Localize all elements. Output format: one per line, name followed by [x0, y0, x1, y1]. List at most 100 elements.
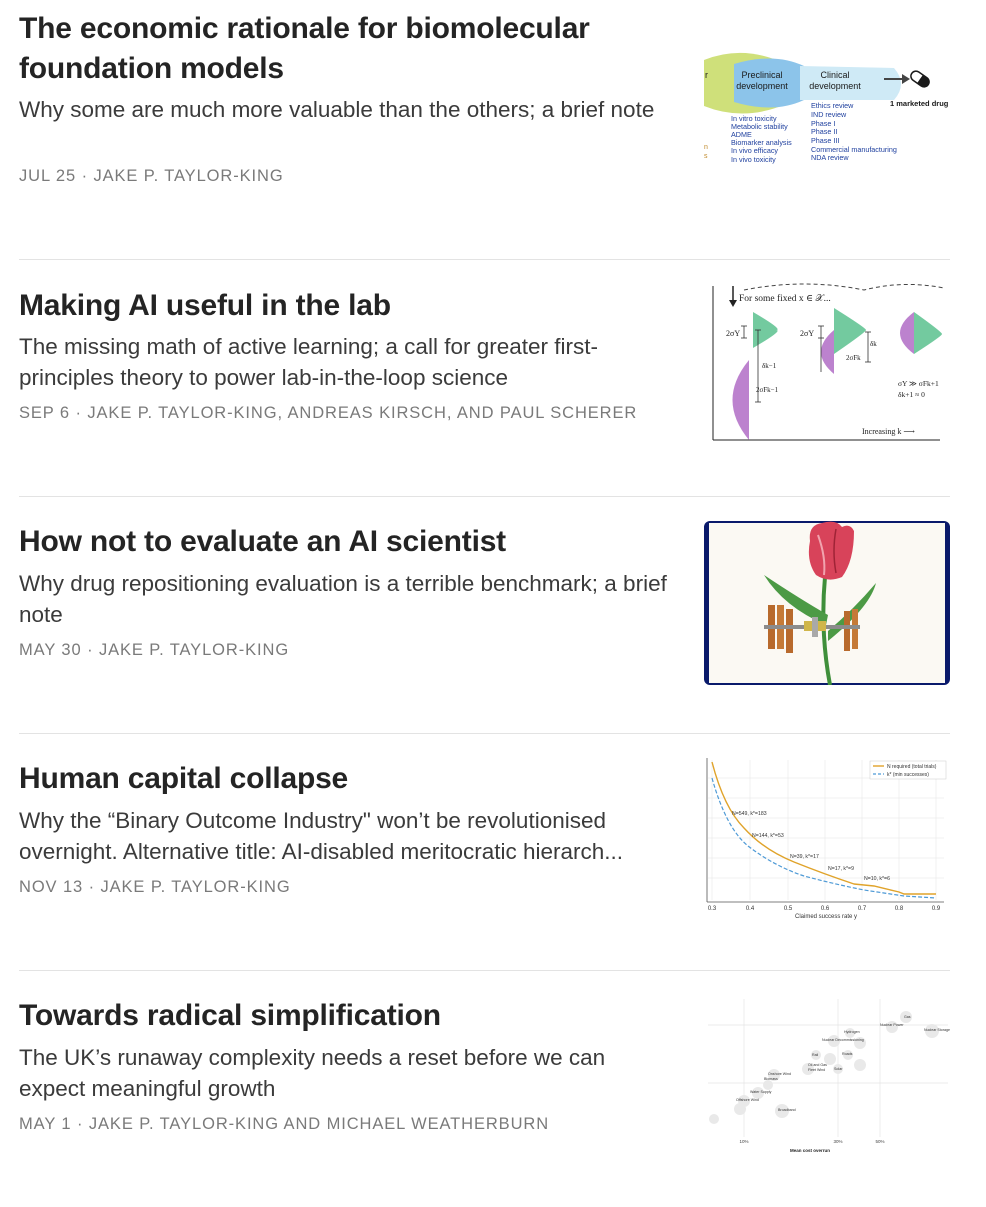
post-meta: MAY 1 · JAKE P. TAYLOR-KING AND MICHAEL …: [19, 1115, 699, 1134]
meta-separator: ·: [87, 641, 99, 659]
post-meta: SEP 6 · JAKE P. TAYLOR-KING, ANDREAS KIR…: [19, 404, 699, 423]
stage-preclinical-line1: Preclinical: [741, 70, 782, 80]
meta-separator: ·: [76, 1115, 89, 1133]
post-subtitle: Why drug repositioning evaluation is a t…: [19, 571, 667, 627]
post-meta: JUL 25 · JAKE P. TAYLOR-KING: [19, 167, 699, 186]
preclinical-item: In vivo toxicity: [731, 155, 776, 164]
point-label: Fleet Wind: [808, 1068, 825, 1072]
label-delta: δk: [870, 340, 877, 348]
post-date: NOV 13: [19, 878, 84, 896]
x-tick-labels: 0.3 0.4 0.5 0.6 0.7 0.8 0.9: [708, 906, 941, 912]
x-axis-label: Claimed success rate y: [795, 914, 857, 920]
annotation-label: N=17, k*=9: [828, 866, 854, 872]
down-arrow-icon: [729, 300, 737, 307]
post-date: MAY 1: [19, 1115, 72, 1133]
infrastructure-scatter-chart: Gas Nuclear Power Nuclear Storage Hydrog…: [708, 999, 950, 1153]
stage-clinical-line1: Clinical: [820, 70, 849, 80]
clinical-item: Phase II: [811, 127, 837, 136]
post-meta: MAY 30 · JAKE P. TAYLOR-KING: [19, 641, 699, 660]
drug-pipeline-diagram: r Preclinical development Clinical devel…: [704, 52, 949, 164]
post-subtitle: The UK’s runaway complexity needs a rese…: [19, 1045, 606, 1101]
post-authors[interactable]: JAKE P. TAYLOR-KING, ANDREAS KIRSCH, AND…: [87, 404, 637, 422]
label-sigma-y: 2σY: [800, 329, 814, 338]
x-tick-label: 0.7: [858, 906, 867, 912]
point-label: Hydrogen: [844, 1030, 860, 1034]
point-label: Solar: [834, 1067, 843, 1071]
post-authors[interactable]: JAKE P. TAYLOR-KING AND MICHAEL WEATHERB…: [89, 1115, 549, 1133]
x-tick-label: 0.5: [784, 906, 793, 912]
grid-lines: [708, 760, 944, 900]
trials-required-chart: N required (total trials) k* (min succes…: [706, 758, 947, 920]
label-sigma-f: 2σFk: [846, 354, 861, 362]
tulip-space-station-illustration: [704, 521, 950, 685]
stage-preclinical-line2: development: [736, 81, 788, 91]
post-item[interactable]: How not to evaluate an AI scientist Why …: [0, 497, 986, 733]
series-n-required: [711, 761, 936, 895]
meta-separator: ·: [81, 167, 94, 185]
clinical-item: IND review: [811, 110, 847, 119]
post-date: MAY 30: [19, 641, 82, 659]
x-tick-label: 0.4: [746, 906, 755, 912]
x-tick-label: 0.8: [895, 906, 904, 912]
post-item[interactable]: Human capital collapse Why the “Binary O…: [0, 734, 986, 970]
point-label: Nuclear Power: [880, 1023, 904, 1027]
annotation-label: N=10, k*=6: [864, 876, 890, 882]
clinical-item: Ethics review: [811, 101, 854, 110]
output-label: 1 marketed drug: [890, 99, 949, 108]
post-thumbnail-scatter[interactable]: Gas Nuclear Power Nuclear Storage Hydrog…: [704, 997, 950, 1157]
point-label: Nuclear Storage: [924, 1028, 950, 1032]
annotation-label: N=144, k*=53: [752, 833, 784, 839]
meta-separator: ·: [88, 878, 101, 896]
post-authors[interactable]: JAKE P. TAYLOR-KING: [100, 878, 290, 896]
stage-left-fragment: r: [705, 70, 708, 80]
point-label: Broadband: [778, 1108, 796, 1112]
x-tick-label: 50%: [875, 1139, 884, 1144]
post-title[interactable]: Making AI useful in the lab: [19, 286, 659, 326]
post-subtitle: The missing math of active learning; a c…: [19, 334, 598, 390]
point-label: Gas: [904, 1015, 911, 1019]
post-thumbnail-drug-pipeline[interactable]: r Preclinical development Clinical devel…: [704, 22, 950, 186]
point-label: Offshore Wind: [736, 1098, 759, 1102]
post-title[interactable]: Human capital collapse: [19, 759, 659, 799]
purple-distribution-1: [732, 360, 749, 440]
post-authors[interactable]: JAKE P. TAYLOR-KING: [99, 641, 289, 659]
post-item[interactable]: The economic rationale for biomolecular …: [0, 0, 986, 236]
dashed-curve: [743, 283, 945, 291]
post-authors[interactable]: JAKE P. TAYLOR-KING: [93, 167, 283, 185]
post-meta: NOV 13 · JAKE P. TAYLOR-KING: [19, 878, 699, 897]
post-item[interactable]: Making AI useful in the lab The missing …: [0, 260, 986, 496]
green-distribution-3: [914, 312, 942, 354]
left-edge-fragment: n: [704, 144, 708, 151]
x-tick-label: 0.9: [932, 906, 941, 912]
point-label: Roads: [842, 1052, 853, 1056]
label-sigma-y: 2σY: [726, 329, 740, 338]
thumb-footnote: σY ≫ σFk+1: [898, 379, 939, 388]
point-label: Water Supply: [750, 1090, 772, 1094]
purple-distribution-3: [900, 312, 914, 354]
x-tick-labels: 10% 30% 50%: [739, 1139, 884, 1144]
post-thumbnail-tulip[interactable]: [704, 521, 950, 685]
active-learning-diagram: For some fixed x ∈ 𝒳... 2σY 2σY δk−1 2σF: [712, 283, 945, 441]
grid-lines: [708, 999, 948, 1137]
post-title[interactable]: How not to evaluate an AI scientist: [19, 522, 659, 562]
point-labels: Gas Nuclear Power Nuclear Storage Hydrog…: [736, 1015, 950, 1112]
legend-entry: N required (total trials): [887, 764, 937, 770]
post-feed: The economic rationale for biomolecular …: [0, 0, 986, 1200]
thumb-footnote: δk+1 ≈ 0: [898, 390, 925, 399]
point-label: Oil and Gas: [808, 1063, 827, 1067]
green-distribution-2: [834, 308, 866, 354]
clinical-list: Ethics review IND review Phase I Phase I…: [811, 101, 897, 162]
point-label: Onshore Wind: [768, 1072, 791, 1076]
post-item[interactable]: Towards radical simplification The UK’s …: [0, 971, 986, 1207]
post-subtitle: Why the “Binary Outcome Industry" won’t …: [19, 808, 624, 864]
thumb-header: For some fixed x ∈ 𝒳...: [739, 293, 831, 304]
post-thumbnail-trials-chart[interactable]: N required (total trials) k* (min succes…: [704, 758, 950, 922]
post-title[interactable]: Towards radical simplification: [19, 996, 659, 1036]
x-tick-label: 10%: [739, 1139, 748, 1144]
post-title[interactable]: The economic rationale for biomolecular …: [19, 9, 659, 89]
left-edge-fragment: s: [704, 153, 708, 160]
x-axis-label: Mean cost overrun: [790, 1148, 830, 1153]
x-axis-label: Increasing k ⟶: [862, 427, 915, 436]
annotations: N=549, k*=183 N=144, k*=53 N=39, k*=17 N…: [732, 811, 890, 882]
post-thumbnail-active-learning[interactable]: For some fixed x ∈ 𝒳... 2σY 2σY δk−1 2σF: [704, 282, 950, 446]
